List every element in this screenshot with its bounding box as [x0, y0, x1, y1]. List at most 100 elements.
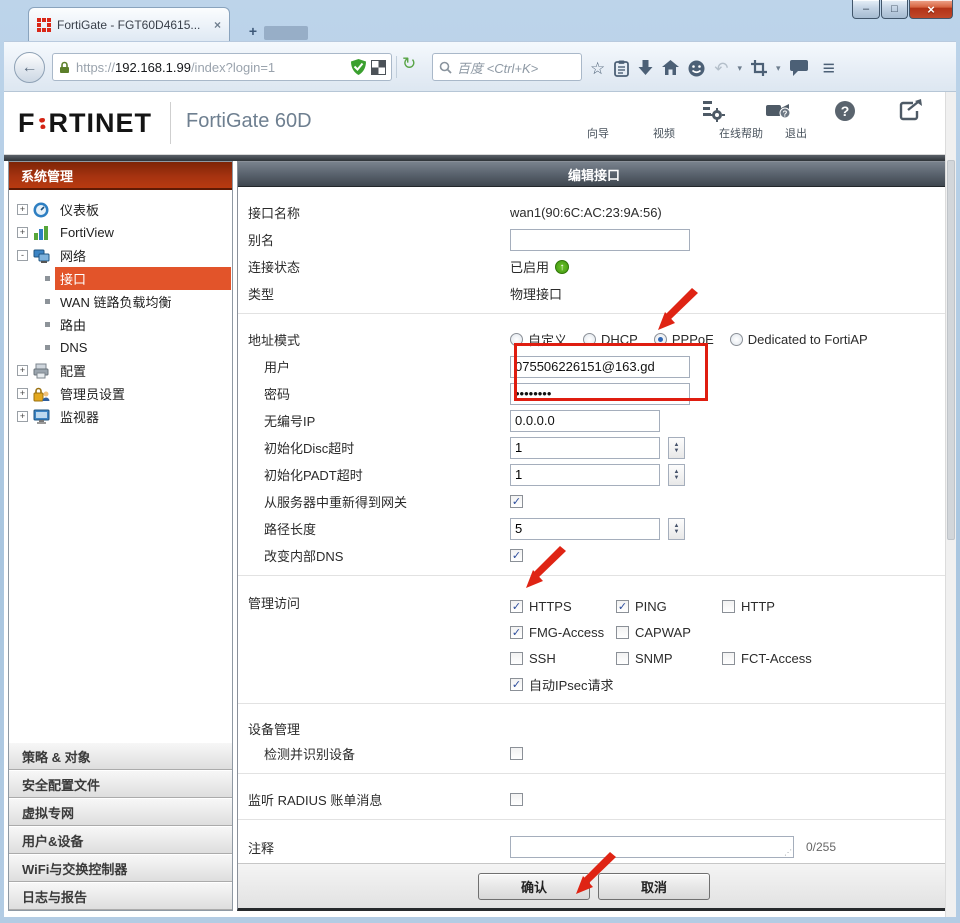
init-padt-row: 初始化PADT超时 ▲▼: [238, 461, 950, 488]
expand-icon[interactable]: +: [17, 204, 28, 215]
annotation-arrow-ok: [574, 852, 618, 896]
sidebar-section-wifi-switch[interactable]: WiFi与交换控制器: [9, 854, 232, 882]
sidebar-section-log-report[interactable]: 日志与报告: [9, 882, 232, 910]
annotation-arrow-pppoe: [656, 288, 700, 332]
reload-button[interactable]: ↻: [402, 54, 416, 74]
bullet-icon: [45, 276, 50, 281]
alias-input[interactable]: [510, 229, 690, 251]
browser-tab[interactable]: FortiGate - FGT60D4615... ×: [28, 7, 230, 41]
downloads-icon[interactable]: [638, 60, 653, 76]
distance-input[interactable]: [510, 518, 660, 540]
sidebar-item-config[interactable]: + 配置: [9, 359, 232, 382]
init-padt-input[interactable]: [510, 464, 660, 486]
radio-fortiap[interactable]: Dedicated to FortiAP: [730, 332, 868, 347]
cb-http[interactable]: HTTP: [722, 599, 828, 614]
cb-https[interactable]: HTTPS: [510, 599, 616, 614]
resize-grip-icon[interactable]: ⋰: [784, 848, 792, 857]
detect-devices-row: 检测并识别设备: [238, 740, 950, 767]
monitor-icon: [33, 409, 50, 425]
detect-devices-checkbox[interactable]: [510, 747, 523, 760]
page-scrollbar[interactable]: [945, 92, 956, 917]
bookmarks-menu-icon[interactable]: [614, 60, 629, 77]
minimize-icon: –: [863, 3, 869, 15]
undo-icon[interactable]: ↶: [714, 60, 728, 77]
menu-icon[interactable]: ≡: [823, 58, 835, 79]
cb-fct-access[interactable]: FCT-Access: [722, 651, 828, 666]
radio-icon[interactable]: [730, 333, 743, 346]
header-divider: [170, 102, 171, 144]
screenshot-crop-icon[interactable]: [751, 60, 767, 76]
redacted-area: [264, 26, 308, 40]
radius-checkbox[interactable]: [510, 793, 523, 806]
expand-icon[interactable]: +: [17, 388, 28, 399]
expand-icon[interactable]: +: [17, 365, 28, 376]
spinner-buttons[interactable]: ▲▼: [668, 464, 685, 486]
status-up-icon: ↑: [555, 260, 569, 274]
cb-fmg-access[interactable]: FMG-Access: [510, 625, 616, 640]
scrollbar-thumb[interactable]: [947, 160, 955, 540]
home-icon[interactable]: [662, 60, 679, 76]
shield-icon[interactable]: [351, 59, 366, 75]
comments-textarea[interactable]: ⋰: [510, 836, 794, 858]
url-bar[interactable]: https://192.168.1.99/index?login=1: [52, 53, 392, 81]
fortinet-logo: FRTINET: [18, 108, 152, 139]
close-tab-icon[interactable]: ×: [214, 18, 221, 32]
sidebar-section-policy[interactable]: 策略 & 对象: [9, 742, 232, 770]
help-icon: ?: [833, 99, 857, 123]
sidebar-header-system[interactable]: 系统管理: [9, 162, 232, 190]
cb-capwap[interactable]: CAPWAP: [616, 625, 722, 640]
sidebar-item-interface[interactable]: 接口: [9, 267, 232, 290]
unnumbered-ip-input[interactable]: [510, 410, 660, 432]
new-tab-button[interactable]: +: [240, 24, 266, 39]
section-separator: [238, 819, 950, 832]
close-button[interactable]: ×: [909, 0, 953, 19]
sidebar-item-fortiview[interactable]: + FortiView: [9, 221, 232, 244]
section-separator: [238, 703, 950, 716]
retrieve-gateway-checkbox[interactable]: [510, 495, 523, 508]
panel-title: 编辑接口: [238, 162, 950, 187]
init-disc-input[interactable]: [510, 437, 660, 459]
sidebar-item-wan-llb[interactable]: WAN 链路负载均衡: [9, 290, 232, 313]
back-button[interactable]: ←: [14, 52, 45, 83]
sidebar-item-monitor[interactable]: + 监视器: [9, 405, 232, 428]
logout-button[interactable]: 退出: [885, 99, 937, 141]
override-dns-checkbox[interactable]: [510, 549, 523, 562]
sidebar-section-security-profiles[interactable]: 安全配置文件: [9, 770, 232, 798]
bookmark-star-icon[interactable]: ☆: [590, 60, 605, 77]
bullet-icon: [45, 322, 50, 327]
spinner-buttons[interactable]: ▲▼: [668, 437, 685, 459]
cb-ssh[interactable]: SSH: [510, 651, 616, 666]
sidebar-item-admin[interactable]: + 管理员设置: [9, 382, 232, 405]
sidebar-item-routing[interactable]: 路由: [9, 313, 232, 336]
sidebar-item-dashboard[interactable]: + 仪表板: [9, 198, 232, 221]
minimize-button[interactable]: –: [852, 0, 880, 19]
crop-dropdown-icon[interactable]: ▾: [776, 64, 781, 73]
toolbar-divider: [396, 56, 397, 78]
feedback-smiley-icon[interactable]: [688, 60, 705, 77]
expand-icon[interactable]: +: [17, 227, 28, 238]
admin-lock-icon: [33, 386, 50, 402]
collapse-icon[interactable]: -: [17, 250, 28, 261]
sidebar-item-network[interactable]: - 网络: [9, 244, 232, 267]
edit-interface-panel: 编辑接口 接口名称 wan1(90:6C:AC:23:9A:56) 别名 连接状…: [237, 161, 951, 911]
link-status-row: 连接状态 已启用 ↑: [238, 253, 950, 280]
maximize-button[interactable]: □: [881, 0, 908, 19]
sidebar-section-user-device[interactable]: 用户&设备: [9, 826, 232, 854]
search-input[interactable]: 百度 <Ctrl+K>: [432, 53, 582, 81]
cb-snmp[interactable]: SNMP: [616, 651, 722, 666]
undo-dropdown-icon[interactable]: ▾: [738, 64, 743, 73]
cb-ping[interactable]: PING: [616, 599, 722, 614]
sidebar-item-dns[interactable]: DNS: [9, 336, 232, 359]
init-disc-row: 初始化Disc超时 ▲▼: [238, 434, 950, 461]
type-value: 物理接口: [510, 284, 562, 303]
spinner-buttons[interactable]: ▲▼: [668, 518, 685, 540]
search-icon: [439, 61, 452, 74]
sidebar-section-vpn[interactable]: 虚拟专网: [9, 798, 232, 826]
alias-row: 别名: [238, 226, 950, 253]
search-placeholder: 百度 <Ctrl+K>: [457, 58, 538, 77]
qr-code-icon[interactable]: [372, 61, 385, 74]
expand-icon[interactable]: +: [17, 411, 28, 422]
chat-bubble-icon[interactable]: [790, 60, 808, 76]
cb-auto-ipsec[interactable]: 自动IPsec请求: [510, 675, 614, 694]
sidebar-accordion: 策略 & 对象 安全配置文件 虚拟专网 用户&设备 WiFi与交换控制器 日志与…: [9, 742, 232, 910]
